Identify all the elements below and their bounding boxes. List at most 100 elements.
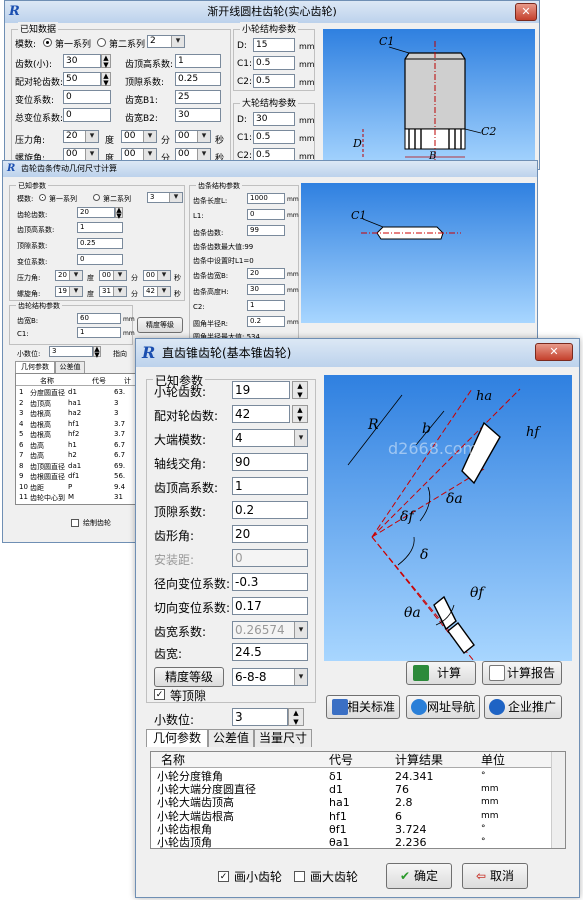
gear-C1-input[interactable]: 1: [77, 327, 121, 338]
precision-select[interactable]: 6-8-8: [232, 668, 308, 686]
series2-radio[interactable]: [93, 194, 100, 201]
module-select[interactable]: 3: [147, 192, 183, 203]
module-select[interactable]: 4: [232, 429, 308, 447]
table-row[interactable]: 7 齿高 h2 6.7: [16, 451, 136, 461]
decimal-spinner[interactable]: ▲ ▼: [93, 345, 101, 359]
close-button[interactable]: ✕: [515, 3, 537, 21]
tab-equivalent[interactable]: 当量尺寸: [254, 729, 312, 747]
alpha-min-select[interactable]: 00: [121, 130, 157, 143]
shaft-angle-input[interactable]: 90: [232, 453, 308, 471]
z-input[interactable]: 20: [77, 207, 115, 218]
xt-input[interactable]: 0.17: [232, 597, 308, 615]
precision-button[interactable]: 精度等级: [137, 317, 183, 333]
calculate-button[interactable]: 计算: [406, 661, 476, 685]
gear-B-input[interactable]: 60: [77, 313, 121, 324]
alpha-min-select[interactable]: 00: [99, 270, 127, 281]
b1-input[interactable]: 25: [175, 90, 221, 104]
ha-input[interactable]: 1: [77, 222, 123, 233]
c-input[interactable]: 0.2: [232, 501, 308, 519]
draw-small-gear-checkbox[interactable]: ✓: [218, 871, 229, 882]
table-scrollbar[interactable]: [551, 752, 565, 848]
table-row[interactable]: 6 齿高 h1 6.7: [16, 441, 136, 451]
mm-unit: mm: [123, 330, 135, 337]
close-button[interactable]: ✕: [535, 343, 573, 361]
table-row[interactable]: 2 齿顶高 ha1 3: [16, 399, 136, 409]
draw-gear-checkbox[interactable]: [71, 519, 79, 527]
ha-input[interactable]: 1: [232, 477, 308, 495]
c-input[interactable]: 0.25: [175, 72, 221, 86]
table-row[interactable]: 小轮齿顶角 θa1 2.236 °: [151, 836, 565, 848]
alpha-sec-select[interactable]: 00: [143, 270, 171, 281]
table-row[interactable]: 小轮分度锥角 δ1 24.341 °: [151, 770, 565, 783]
table-row[interactable]: 小轮齿根角 θf1 3.724 °: [151, 823, 565, 836]
xt-input[interactable]: 0: [63, 108, 111, 122]
z2-input[interactable]: 42: [232, 405, 290, 423]
decimal-spinner[interactable]: ▲ ▼: [288, 708, 304, 726]
rack-length-input[interactable]: 1000: [247, 193, 285, 204]
series1-radio[interactable]: [39, 194, 46, 201]
table-row[interactable]: 10 齿距 P 9.4: [16, 483, 136, 493]
z-small-input[interactable]: 30: [63, 54, 101, 68]
x-input[interactable]: 0: [77, 254, 123, 265]
z2-spinner[interactable]: ▲ ▼: [292, 405, 308, 423]
c-input[interactable]: 0.25: [77, 238, 123, 249]
table-row[interactable]: 9 齿根圆直径 df1 56.: [16, 472, 136, 482]
web-nav-button[interactable]: 网址导航: [406, 695, 480, 719]
equal-clearance-checkbox[interactable]: ✓: [154, 689, 165, 700]
ok-button[interactable]: ✔ 确定: [386, 863, 452, 889]
z1-input[interactable]: 19: [232, 381, 290, 399]
ha-input[interactable]: 1: [175, 54, 221, 68]
x-input[interactable]: 0: [63, 90, 111, 104]
report-button[interactable]: 计算报告: [482, 661, 562, 685]
enterprise-button[interactable]: 企业推广: [484, 695, 562, 719]
alpha-input[interactable]: 20: [232, 525, 308, 543]
b2-input[interactable]: 30: [175, 108, 221, 122]
rack-C2-input[interactable]: 1: [247, 300, 285, 311]
rack-R-input[interactable]: 0.2: [247, 316, 285, 327]
table-row[interactable]: 4 齿根高 hf1 3.7: [16, 420, 136, 430]
xr-input[interactable]: -0.3: [232, 573, 308, 591]
beta-min-select[interactable]: 31: [99, 286, 127, 297]
small-C1-input[interactable]: 0.5: [253, 56, 295, 70]
beta-deg-select[interactable]: 19: [55, 286, 83, 297]
decimal-input[interactable]: 3: [232, 708, 288, 726]
z-spinner[interactable]: ▲ ▼: [115, 206, 123, 220]
draw-big-gear-checkbox[interactable]: [294, 871, 305, 882]
beta-sec-select[interactable]: 42: [143, 286, 171, 297]
big-C1-input[interactable]: 0.5: [253, 130, 295, 144]
tab-geometry[interactable]: 几何参数: [146, 729, 208, 747]
table-row[interactable]: 小轮大端分度圆直径 d1 76 mm: [151, 783, 565, 796]
L1-input[interactable]: 0: [247, 209, 285, 220]
series2-radio[interactable]: [97, 38, 106, 47]
face-width-input[interactable]: 24.5: [232, 643, 308, 661]
table-row[interactable]: 1 分度圆直径 d1 63.: [16, 388, 136, 398]
z-mate-input[interactable]: 50: [63, 72, 101, 86]
standards-button[interactable]: 相关标准: [326, 695, 400, 719]
big-D-input[interactable]: 30: [253, 112, 295, 126]
tab-tolerance[interactable]: 公差值: [55, 361, 85, 373]
precision-button[interactable]: 精度等级: [154, 667, 224, 687]
small-C2-input[interactable]: 0.5: [253, 74, 295, 88]
rack-B-input[interactable]: 20: [247, 268, 285, 279]
module-select[interactable]: 2: [147, 35, 185, 48]
z-mate-spinner[interactable]: ▲ ▼: [101, 72, 111, 87]
cancel-button[interactable]: ⇦ 取消: [462, 863, 528, 889]
rack-z-input[interactable]: 99: [247, 225, 285, 236]
decimal-input[interactable]: 3: [49, 346, 93, 357]
table-row[interactable]: 3 齿根高 ha2 3: [16, 409, 136, 419]
alpha-deg-select[interactable]: 20: [55, 270, 83, 281]
table-row[interactable]: 5 齿根高 hf2 3.7: [16, 430, 136, 440]
series1-radio[interactable]: [43, 38, 52, 47]
tab-tolerance[interactable]: 公差值: [208, 729, 254, 747]
table-row[interactable]: 小轮大端齿根高 hf1 6 mm: [151, 810, 565, 823]
alpha-deg-select[interactable]: 20: [63, 130, 99, 143]
table-row[interactable]: 11 齿轮中心到 M 31: [16, 493, 136, 503]
z-small-spinner[interactable]: ▲ ▼: [101, 54, 111, 69]
alpha-sec-select[interactable]: 00: [175, 130, 211, 143]
small-D-input[interactable]: 15: [253, 38, 295, 52]
z1-spinner[interactable]: ▲ ▼: [292, 381, 308, 399]
table-row[interactable]: 小轮大端齿顶高 ha1 2.8 mm: [151, 796, 565, 809]
rack-H-input[interactable]: 30: [247, 284, 285, 295]
tab-geometry[interactable]: 几何参数: [15, 361, 55, 373]
table-row[interactable]: 8 齿顶圆直径 da1 69.: [16, 462, 136, 472]
